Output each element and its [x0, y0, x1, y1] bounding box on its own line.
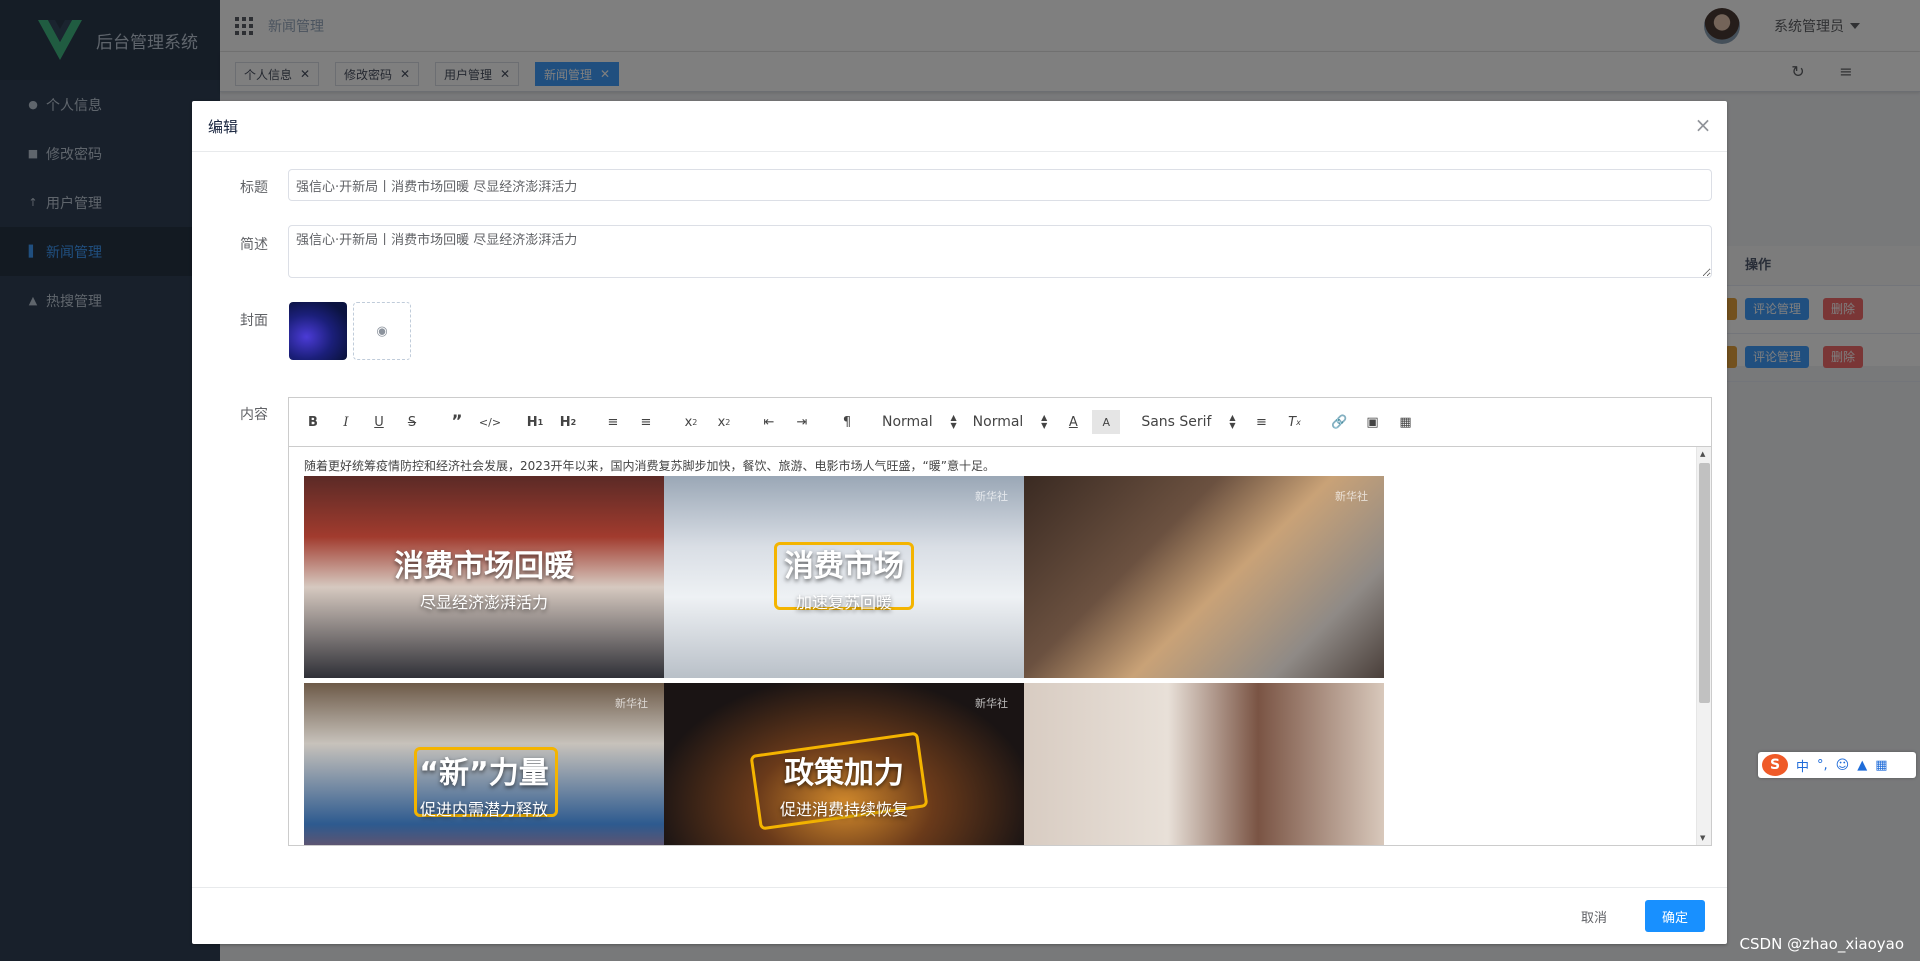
photo-interview[interactable] [1024, 683, 1384, 845]
header-picker-value: Normal [882, 414, 933, 430]
csdn-watermark: CSDN @zhao_xiaoyao [1739, 935, 1904, 953]
blockquote-icon[interactable]: ” [443, 410, 471, 434]
cover-image[interactable] [289, 302, 347, 360]
bold-icon[interactable]: B [299, 410, 327, 434]
photo-caption: 政策加力 [784, 756, 904, 791]
background-color-icon[interactable]: A [1092, 410, 1121, 434]
photo-market-warmup[interactable]: 消费市场回暖 尽显经济澎湃活力 [304, 476, 664, 678]
photo-snow-resort[interactable]: 新华社 消费市场 加速复苏回暖 [664, 476, 1024, 678]
ime-grid-icon[interactable]: ▦ [1875, 758, 1887, 773]
photo-watermark: 新华社 [615, 697, 648, 710]
image-icon[interactable]: ▣ [1358, 410, 1386, 434]
indent-icon[interactable]: ⇥ [788, 410, 816, 434]
photo-watermark: 新华社 [975, 697, 1008, 710]
italic-icon[interactable]: I [332, 410, 360, 434]
align-icon[interactable]: ≡ [1247, 410, 1275, 434]
photo-subcaption: 加速复苏回暖 [795, 593, 892, 612]
summary-textarea[interactable] [288, 225, 1712, 278]
ime-toolbar[interactable]: S 中 °, ☺ ▲ ▦ [1758, 752, 1916, 778]
photo-watermark: 新华社 [975, 490, 1008, 503]
edit-dialog: 编辑 × 标题 简述 封面 ◉ 内容 B I U S ” </> H1 H2 ≡… [192, 101, 1727, 944]
size-picker[interactable]: Normal ▲ ▼ [973, 410, 1048, 434]
link-icon[interactable]: 🔗 [1325, 410, 1353, 434]
dialog-header: 编辑 [192, 101, 1727, 152]
editor-scrollbar[interactable]: ▲ ▼ [1696, 447, 1711, 845]
photo-caption: “新”力量 [419, 756, 549, 791]
ime-skin-icon[interactable]: ▲ [1857, 758, 1867, 773]
header-1-icon[interactable]: H1 [521, 410, 549, 434]
cover-label: 封面 [240, 313, 268, 329]
photo-watermark: 新华社 [1335, 490, 1368, 503]
underline-icon[interactable]: U [365, 410, 393, 434]
confirm-button[interactable]: 确定 [1645, 900, 1705, 932]
ime-lang[interactable]: 中 [1796, 756, 1809, 775]
superscript-icon[interactable]: x2 [710, 410, 738, 434]
picker-arrows-icon: ▲ ▼ [1041, 413, 1048, 430]
photo-restaurant[interactable]: 新华社 [1024, 476, 1384, 678]
title-input[interactable] [288, 169, 1712, 201]
font-picker[interactable]: Sans Serif ▲ ▼ [1141, 410, 1235, 434]
scroll-thumb[interactable] [1699, 463, 1710, 703]
header-picker[interactable]: Normal ▲ ▼ [882, 410, 957, 434]
picker-arrows-icon: ▲ ▼ [950, 413, 957, 430]
scroll-down-icon[interactable]: ▼ [1700, 834, 1705, 842]
ime-user-icon[interactable]: ☺ [1836, 758, 1850, 773]
camera-icon: ◉ [376, 323, 388, 339]
picker-arrows-icon: ▲ ▼ [1229, 413, 1236, 430]
font-picker-value: Sans Serif [1141, 414, 1212, 430]
ime-punct[interactable]: °, [1817, 758, 1828, 773]
photo-subcaption: 促进内需潜力释放 [419, 800, 548, 819]
photo-caption: 消费市场回暖 [394, 549, 574, 584]
photo-subcaption: 促进消费持续恢复 [779, 800, 908, 819]
photo-new-power[interactable]: 新华社 “新”力量 促进内需潜力释放 [304, 683, 664, 845]
photo-caption: 消费市场 [784, 549, 904, 584]
summary-label: 简述 [240, 237, 268, 253]
ordered-list-icon[interactable]: ≡ [599, 410, 627, 434]
code-block-icon[interactable]: </> [476, 410, 504, 434]
close-icon[interactable]: × [1693, 115, 1713, 135]
subscript-icon[interactable]: x2 [677, 410, 705, 434]
header-2-icon[interactable]: H2 [554, 410, 582, 434]
photo-subcaption: 尽显经济澎湃活力 [419, 593, 548, 612]
content-label: 内容 [240, 407, 268, 423]
strike-icon[interactable]: S [398, 410, 426, 434]
cancel-button[interactable]: 取消 [1569, 900, 1619, 932]
clean-format-icon[interactable]: Tx [1280, 410, 1308, 434]
outdent-icon[interactable]: ⇤ [755, 410, 783, 434]
bullet-list-icon[interactable]: ≡ [632, 410, 660, 434]
dialog-footer: 取消 确定 [192, 887, 1727, 944]
font-color-icon[interactable]: A [1059, 410, 1087, 434]
photo-collage: 消费市场回暖 尽显经济澎湃活力 新华社 消费市场 加速复苏回暖 新华社 新华社 … [304, 476, 1384, 845]
size-picker-value: Normal [972, 414, 1024, 430]
editor-content[interactable]: 随着更好统筹疫情防控和经济社会发展，2023开年以来，国内消费复苏脚步加快，餐饮… [289, 447, 1711, 845]
sogou-logo-icon: S [1762, 754, 1788, 776]
title-label: 标题 [240, 180, 268, 196]
rich-text-editor: B I U S ” </> H1 H2 ≡ ≡ x2 x2 ⇤ ⇥ ¶ Norm… [288, 397, 1712, 846]
editor-paragraph: 随着更好统筹疫情防控和经济社会发展，2023开年以来，国内消费复苏脚步加快，餐饮… [304, 459, 995, 473]
photo-city-night[interactable]: 新华社 政策加力 促进消费持续恢复 [664, 683, 1024, 845]
scroll-up-icon[interactable]: ▲ [1700, 450, 1705, 458]
cover-upload[interactable]: ◉ [353, 302, 411, 360]
text-direction-icon[interactable]: ¶ [833, 410, 861, 434]
dialog-title: 编辑 [208, 117, 239, 136]
video-icon[interactable]: ▦ [1391, 410, 1419, 434]
editor-toolbar: B I U S ” </> H1 H2 ≡ ≡ x2 x2 ⇤ ⇥ ¶ Norm… [289, 398, 1711, 447]
